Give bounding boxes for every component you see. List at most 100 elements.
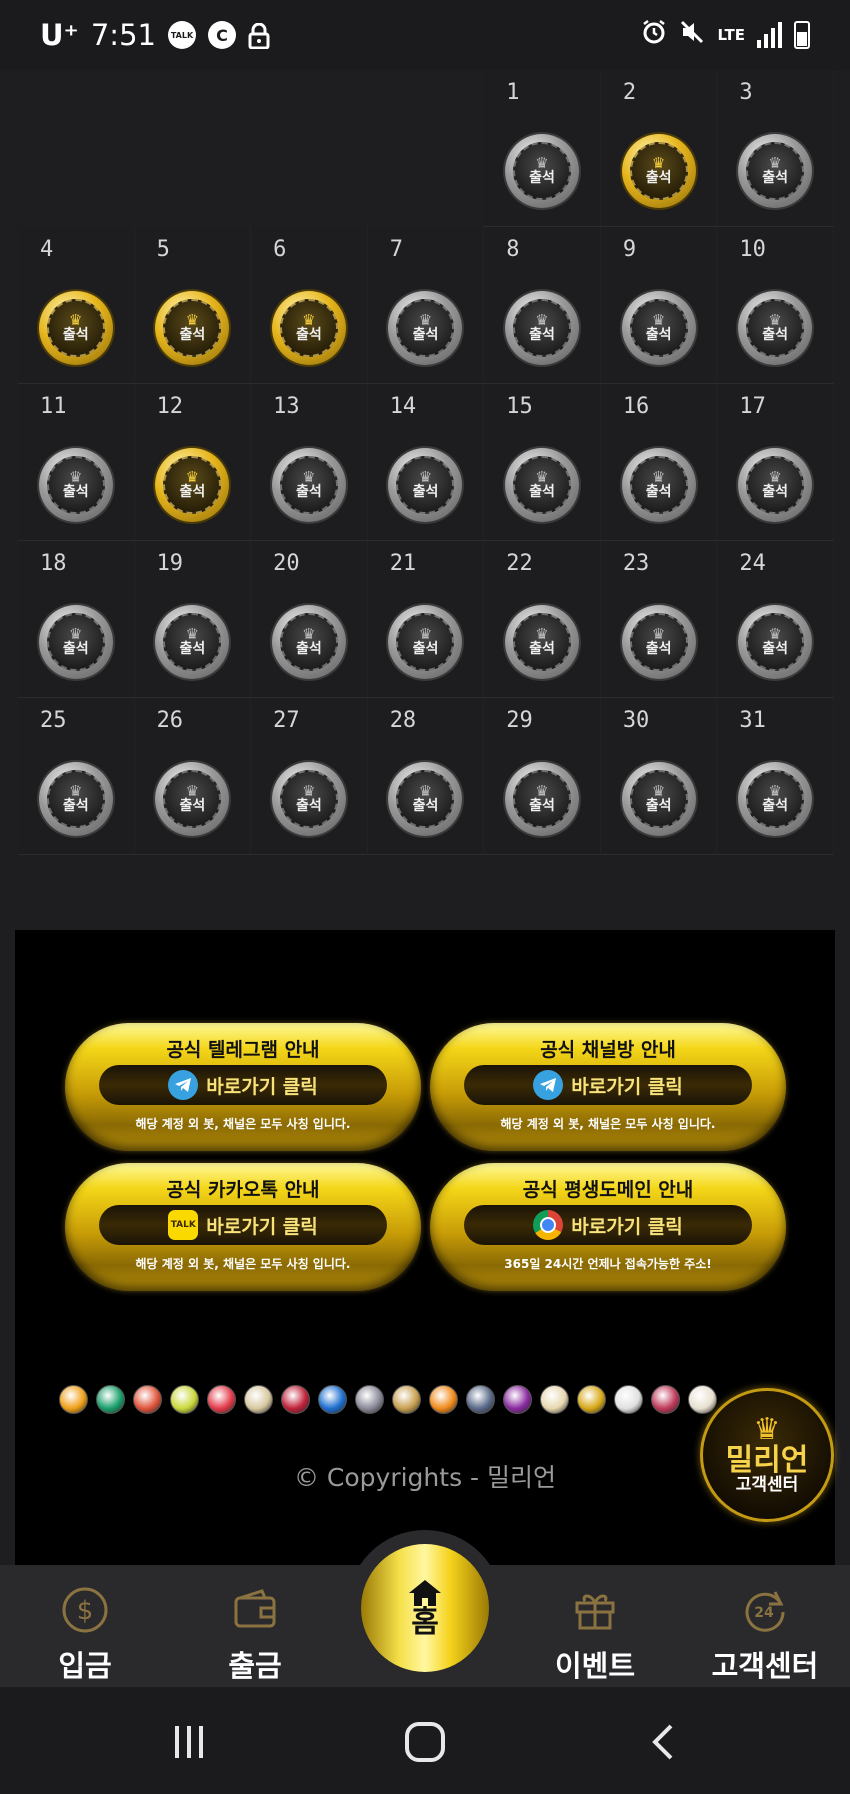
stamp-face: ♛ 출석 [746,299,805,357]
banner-title: 공식 텔레그램 안내 [166,1039,320,1061]
day-number: 5 [156,237,170,262]
calendar-day-22[interactable]: 22 ♛ 출석 [484,541,601,698]
banner-link-button[interactable]: 바로가기 클릭 [99,1065,387,1105]
crown-icon: ♛ [535,153,549,172]
attendance-calendar: 1 ♛ 출석 2 ♛ 출석 3 ♛ 출석 4 ♛ 출석 5 ♛ 출석 6 ♛ 출석 7 ♛ 출석 8 ♛ 출석 9 ♛ 출석 10 ♛ 출… [18,70,834,855]
calendar-day-5[interactable]: 5 ♛ 출석 [134,227,252,384]
crown-icon: ♛ [651,467,666,486]
stamp-face: ♛ 출석 [279,613,338,671]
checkin-label: 출석 [179,483,206,500]
calendar-day-16[interactable]: 16 ♛ 출석 [600,384,718,541]
calendar-day-14[interactable]: 14 ♛ 출석 [367,384,485,541]
attendance-stamp-checked: ♛ 출석 [38,291,113,365]
stamp-face: ♛ 출석 [163,613,222,671]
nav-support[interactable]: 24 고객센터 [690,1565,840,1687]
calendar-day-7[interactable]: 7 ♛ 출석 [367,227,485,384]
checkin-label: 출석 [645,483,672,500]
checkin-label: 출석 [762,326,789,343]
calendar-day-6[interactable]: 6 ♛ 출석 [251,227,368,384]
calendar-day-20[interactable]: 20 ♛ 출석 [251,541,368,698]
calendar-day-18[interactable]: 18 ♛ 출석 [18,541,135,698]
attendance-stamp: ♛ 출석 [621,762,696,836]
calendar-day-1[interactable]: 1 ♛ 출석 [484,70,601,227]
calendar-day-26[interactable]: 26 ♛ 출석 [134,698,252,855]
calendar-day-2[interactable]: 2 ♛ 출석 [600,70,718,227]
back-icon[interactable] [640,1717,690,1767]
calendar-week: 18 ♛ 출석 19 ♛ 출석 20 ♛ 출석 21 ♛ 출석 22 ♛ 출석 23 ♛ 출석 24 ♛ 출석 [18,541,834,698]
stamp-face: ♛ 출석 [163,770,222,828]
checkin-label: 출석 [62,326,89,343]
stamp-face: ♛ 출석 [46,299,105,357]
calendar-day-29[interactable]: 29 ♛ 출석 [484,698,601,855]
calendar-day-30[interactable]: 30 ♛ 출석 [600,698,718,855]
stamp-face: ♛ 출석 [163,456,222,514]
nav-withdraw[interactable]: 출금 [180,1565,330,1687]
calendar-day-23[interactable]: 23 ♛ 출석 [600,541,718,698]
calendar-day-9[interactable]: 9 ♛ 출석 [600,227,718,384]
day-number: 11 [40,394,67,419]
attendance-stamp: ♛ 출석 [505,448,580,522]
attendance-stamp: ♛ 출석 [38,762,113,836]
calendar-day-11[interactable]: 11 ♛ 출석 [18,384,135,541]
home-button[interactable]: 홈 [361,1544,489,1672]
day-number: 24 [739,551,766,576]
checkin-label: 출석 [762,797,789,814]
channel-banner[interactable]: 공식 채널방 안내 바로가기 클릭 해당 계정 외 봇, 채널은 모두 사칭 입… [430,1023,786,1151]
home-icon [407,1578,443,1608]
checkin-label: 출석 [62,483,89,500]
banner-link-button[interactable]: 바로가기 클릭 [464,1205,752,1245]
calendar-day-25[interactable]: 25 ♛ 출석 [18,698,135,855]
domain-banner[interactable]: 공식 평생도메인 안내 바로가기 클릭 365일 24시간 언제나 접속가능한 … [430,1163,786,1291]
day-number: 25 [40,708,67,733]
attendance-stamp: ♛ 출석 [738,448,813,522]
banner-note: 365일 24시간 언제나 접속가능한 주소! [504,1257,712,1271]
stamp-face: ♛ 출석 [513,299,572,357]
attendance-stamp: ♛ 출석 [621,291,696,365]
nav-event[interactable]: 이벤트 [520,1565,670,1687]
recent-apps-icon[interactable] [164,1717,214,1767]
calendar-day-21[interactable]: 21 ♛ 출석 [367,541,485,698]
calendar-day-4[interactable]: 4 ♛ 출석 [18,227,135,384]
attendance-stamp: ♛ 출석 [738,605,813,679]
telegram-banner[interactable]: 공식 텔레그램 안내 바로가기 클릭 해당 계정 외 봇, 채널은 모두 사칭 … [65,1023,421,1151]
calendar-day-17[interactable]: 17 ♛ 출석 [717,384,834,541]
calendar-day-31[interactable]: 31 ♛ 출석 [717,698,834,855]
day-number: 26 [156,708,184,733]
kakaotalk-banner[interactable]: 공식 카카오톡 안내 TALK 바로가기 클릭 해당 계정 외 봇, 채널은 모… [65,1163,421,1291]
checkin-label: 출석 [412,326,439,343]
stamp-face: ♛ 출석 [746,613,805,671]
banner-button-label: 바로가기 클릭 [571,1075,683,1098]
banner-link-button[interactable]: 바로가기 클릭 [464,1065,752,1105]
nav-event-label: 이벤트 [554,1649,636,1683]
calendar-day-27[interactable]: 27 ♛ 출석 [251,698,368,855]
calendar-day-3[interactable]: 3 ♛ 출석 [717,70,834,227]
checkin-label: 출석 [645,797,672,814]
calendar-day-15[interactable]: 15 ♛ 출석 [484,384,601,541]
banner-button-label: 바로가기 클릭 [571,1215,683,1238]
checkin-label: 출석 [296,483,322,500]
home-system-icon[interactable] [400,1717,450,1767]
banner-link-button[interactable]: TALK 바로가기 클릭 [99,1205,387,1245]
mute-icon [679,19,705,51]
calendar-day-13[interactable]: 13 ♛ 출석 [251,384,368,541]
customer-center-badge[interactable]: ♛ 밀리언 고객센터 [700,1388,834,1522]
crown-icon: ♛ [69,467,83,486]
calendar-day-28[interactable]: 28 ♛ 출석 [367,698,485,855]
calendar-day-24[interactable]: 24 ♛ 출석 [717,541,834,698]
stamp-face: ♛ 출석 [46,456,105,514]
attendance-stamp: ♛ 출석 [738,762,813,836]
telegram-icon [533,1070,564,1100]
provider-logo-icon [651,1385,680,1414]
crown-icon: ♛ [535,467,549,486]
calendar-day-19[interactable]: 19 ♛ 출석 [134,541,252,698]
attendance-stamp: ♛ 출석 [621,448,696,522]
stamp-face: ♛ 출석 [746,770,805,828]
banner-note: 해당 계정 외 봇, 채널은 모두 사칭 입니다. [135,1257,351,1271]
checkin-label: 출석 [296,797,322,814]
calendar-day-10[interactable]: 10 ♛ 출석 [717,227,834,384]
day-number: 18 [40,551,67,576]
day-number: 3 [739,80,753,105]
nav-deposit[interactable]: $ 입금 [10,1565,160,1687]
calendar-day-8[interactable]: 8 ♛ 출석 [484,227,601,384]
calendar-day-12[interactable]: 12 ♛ 출석 [134,384,252,541]
